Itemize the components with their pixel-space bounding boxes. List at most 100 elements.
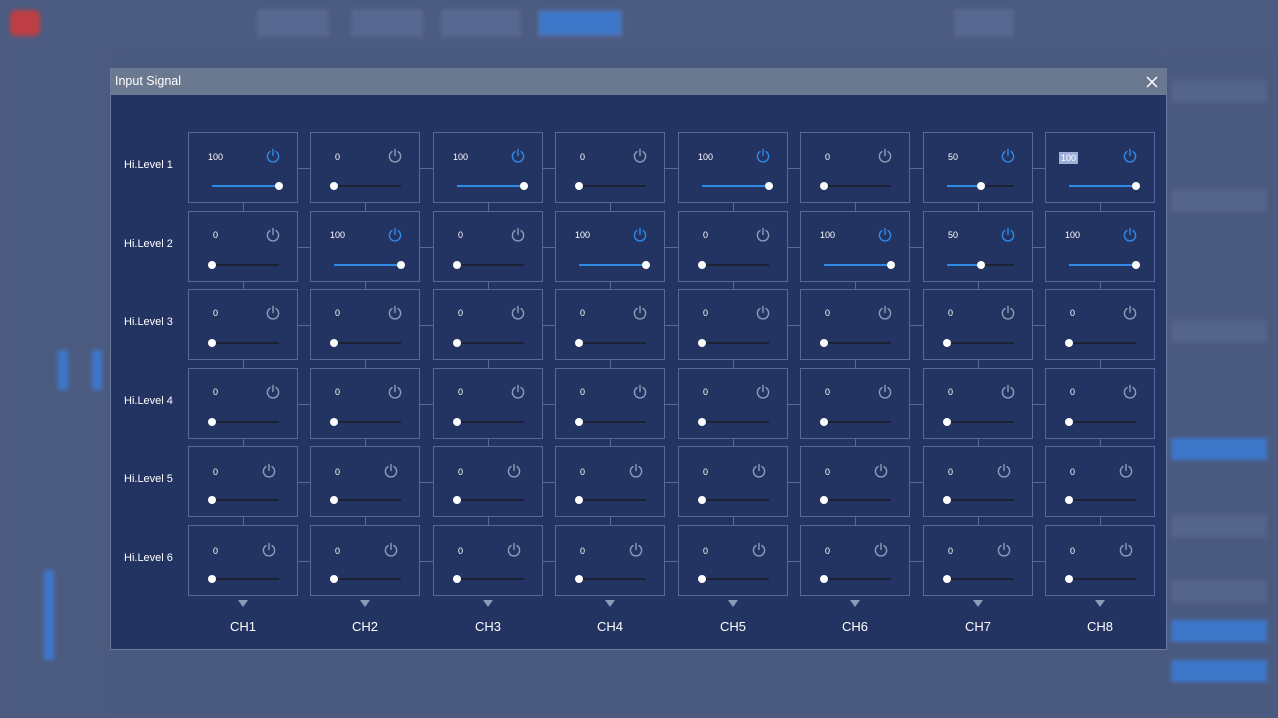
gain-slider[interactable] xyxy=(330,418,401,426)
power-toggle-button[interactable] xyxy=(506,542,523,559)
slider-handle[interactable] xyxy=(330,182,338,190)
power-toggle-button[interactable] xyxy=(632,384,649,401)
slider-handle[interactable] xyxy=(1065,339,1073,347)
slider-handle[interactable] xyxy=(208,496,216,504)
gain-slider[interactable] xyxy=(1065,418,1136,426)
slider-handle[interactable] xyxy=(575,575,583,583)
slider-handle[interactable] xyxy=(208,418,216,426)
slider-handle[interactable] xyxy=(976,182,985,190)
gain-slider[interactable] xyxy=(698,575,769,583)
slider-handle[interactable] xyxy=(330,496,338,504)
slider-handle[interactable] xyxy=(397,261,405,269)
power-toggle-button[interactable] xyxy=(387,384,404,401)
slider-handle[interactable] xyxy=(943,496,951,504)
gain-value-field[interactable]: 0 xyxy=(458,467,463,477)
power-toggle-button[interactable] xyxy=(628,542,645,559)
slider-handle[interactable] xyxy=(330,418,338,426)
gain-slider[interactable] xyxy=(943,496,1014,504)
gain-value-field[interactable]: 0 xyxy=(948,387,953,397)
gain-value-field[interactable]: 0 xyxy=(825,308,830,318)
gain-slider[interactable] xyxy=(212,182,283,190)
gain-value-field[interactable]: 0 xyxy=(213,546,218,556)
power-toggle-button[interactable] xyxy=(873,542,890,559)
gain-slider[interactable] xyxy=(947,261,1014,269)
slider-handle[interactable] xyxy=(575,339,583,347)
power-toggle-button[interactable] xyxy=(1122,227,1139,244)
power-toggle-button[interactable] xyxy=(1122,384,1139,401)
slider-handle[interactable] xyxy=(698,496,706,504)
gain-slider[interactable] xyxy=(208,418,279,426)
slider-handle[interactable] xyxy=(1065,575,1073,583)
gain-slider[interactable] xyxy=(943,418,1014,426)
gain-value-field[interactable]: 0 xyxy=(703,308,708,318)
gain-slider[interactable] xyxy=(453,418,524,426)
slider-handle[interactable] xyxy=(698,575,706,583)
gain-slider[interactable] xyxy=(1069,182,1140,190)
slider-handle[interactable] xyxy=(1132,182,1140,190)
power-toggle-button[interactable] xyxy=(261,542,278,559)
slider-handle[interactable] xyxy=(820,575,828,583)
gain-value-field[interactable]: 0 xyxy=(335,152,340,162)
gain-value-field[interactable]: 0 xyxy=(580,546,585,556)
slider-handle[interactable] xyxy=(330,575,338,583)
gain-value-field[interactable]: 0 xyxy=(1070,546,1075,556)
power-toggle-button[interactable] xyxy=(265,227,282,244)
power-toggle-button[interactable] xyxy=(506,463,523,480)
gain-slider[interactable] xyxy=(575,182,646,190)
power-toggle-button[interactable] xyxy=(1118,463,1135,480)
power-toggle-button[interactable] xyxy=(751,463,768,480)
power-toggle-button[interactable] xyxy=(755,227,772,244)
gain-slider[interactable] xyxy=(820,575,891,583)
power-toggle-button[interactable] xyxy=(755,148,772,165)
gain-value-field[interactable]: 0 xyxy=(335,308,340,318)
gain-slider[interactable] xyxy=(330,575,401,583)
slider-handle[interactable] xyxy=(520,182,528,190)
slider-handle[interactable] xyxy=(642,261,650,269)
power-toggle-button[interactable] xyxy=(387,305,404,322)
gain-value-field[interactable]: 0 xyxy=(213,467,218,477)
gain-slider[interactable] xyxy=(208,339,279,347)
power-toggle-button[interactable] xyxy=(510,384,527,401)
slider-handle[interactable] xyxy=(1065,418,1073,426)
gain-slider[interactable] xyxy=(208,496,279,504)
gain-value-field[interactable]: 0 xyxy=(948,308,953,318)
slider-handle[interactable] xyxy=(820,418,828,426)
gain-value-field[interactable]: 0 xyxy=(703,546,708,556)
power-toggle-button[interactable] xyxy=(877,227,894,244)
gain-value-field[interactable]: 0 xyxy=(458,546,463,556)
gain-value-field[interactable]: 0 xyxy=(458,308,463,318)
gain-value-field[interactable]: 0 xyxy=(1070,308,1075,318)
slider-handle[interactable] xyxy=(575,418,583,426)
power-toggle-button[interactable] xyxy=(265,384,282,401)
gain-slider[interactable] xyxy=(453,261,524,269)
gain-value-field[interactable]: 0 xyxy=(948,467,953,477)
power-toggle-button[interactable] xyxy=(1000,227,1017,244)
gain-slider[interactable] xyxy=(702,182,773,190)
gain-slider[interactable] xyxy=(453,339,524,347)
gain-value-field[interactable]: 100 xyxy=(208,152,223,162)
gain-value-field[interactable]: 0 xyxy=(335,546,340,556)
gain-value-field[interactable]: 100 xyxy=(1059,152,1079,164)
gain-value-field[interactable]: 0 xyxy=(213,387,218,397)
slider-handle[interactable] xyxy=(698,418,706,426)
power-toggle-button[interactable] xyxy=(996,542,1013,559)
slider-handle[interactable] xyxy=(698,339,706,347)
gain-value-field[interactable]: 0 xyxy=(703,230,708,240)
slider-handle[interactable] xyxy=(453,339,461,347)
gain-slider[interactable] xyxy=(820,182,891,190)
power-toggle-button[interactable] xyxy=(510,148,527,165)
slider-handle[interactable] xyxy=(943,339,951,347)
power-toggle-button[interactable] xyxy=(1000,384,1017,401)
slider-handle[interactable] xyxy=(820,339,828,347)
gain-value-field[interactable]: 50 xyxy=(948,230,958,240)
gain-slider[interactable] xyxy=(575,575,646,583)
gain-value-field[interactable]: 0 xyxy=(580,467,585,477)
power-toggle-button[interactable] xyxy=(383,463,400,480)
slider-handle[interactable] xyxy=(575,496,583,504)
gain-slider[interactable] xyxy=(820,418,891,426)
gain-slider[interactable] xyxy=(824,261,895,269)
gain-slider[interactable] xyxy=(208,575,279,583)
power-toggle-button[interactable] xyxy=(877,148,894,165)
power-toggle-button[interactable] xyxy=(877,305,894,322)
power-toggle-button[interactable] xyxy=(1000,305,1017,322)
